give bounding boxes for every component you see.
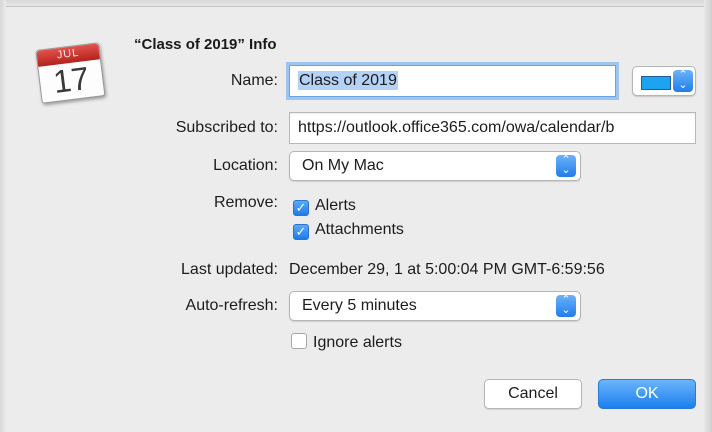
- window-right-edge: [704, 0, 712, 432]
- name-label: Name:: [230, 72, 278, 89]
- ok-button[interactable]: OK: [598, 379, 696, 409]
- ignore-alerts-label: Ignore alerts: [313, 334, 402, 351]
- window-left-edge: [0, 0, 6, 432]
- color-picker-chevron-icon: ⌃ ⌄: [673, 70, 693, 92]
- calendar-color-swatch: [641, 76, 671, 90]
- last-updated-label: Last updated:: [181, 261, 278, 278]
- location-label: Location:: [213, 157, 278, 174]
- checkmark-icon: ✓: [293, 224, 309, 240]
- remove-alerts-checkbox[interactable]: ✓ Alerts: [293, 195, 356, 217]
- name-input[interactable]: Class of 2019: [289, 65, 616, 97]
- dialog-title: “Class of 2019” Info: [134, 36, 277, 53]
- calendar-icon: JUL 17: [31, 36, 110, 104]
- chevron-updown-icon: ⌃ ⌄: [556, 295, 576, 317]
- cancel-button[interactable]: Cancel: [484, 379, 582, 409]
- checkmark-icon: ✓: [293, 200, 309, 216]
- auto-refresh-select[interactable]: Every 5 minutes ⌃ ⌄: [289, 291, 581, 321]
- chevron-updown-icon: ⌃ ⌄: [556, 155, 576, 177]
- name-input-value: Class of 2019: [298, 71, 398, 90]
- remove-attachments-checkbox[interactable]: ✓ Attachments: [293, 219, 404, 241]
- location-select[interactable]: On My Mac ⌃ ⌄: [289, 151, 581, 181]
- color-picker[interactable]: ⌃ ⌄: [632, 66, 696, 96]
- remove-attachments-label: Attachments: [315, 221, 404, 238]
- checkbox-empty-icon: [291, 333, 307, 349]
- auto-refresh-label: Auto-refresh:: [185, 297, 278, 314]
- subscription-url-input[interactable]: https://outlook.office365.com/owa/calend…: [289, 112, 696, 144]
- window-top-edge: [0, 0, 712, 7]
- auto-refresh-value: Every 5 minutes: [302, 297, 417, 314]
- remove-alerts-label: Alerts: [315, 197, 356, 214]
- remove-label: Remove:: [213, 194, 278, 211]
- subscribed-to-label: Subscribed to:: [175, 119, 278, 136]
- last-updated-value: December 29, 1 at 5:00:04 PM GMT-6:59:56: [289, 261, 605, 278]
- ignore-alerts-checkbox[interactable]: Ignore alerts: [291, 332, 402, 354]
- location-value: On My Mac: [302, 157, 384, 174]
